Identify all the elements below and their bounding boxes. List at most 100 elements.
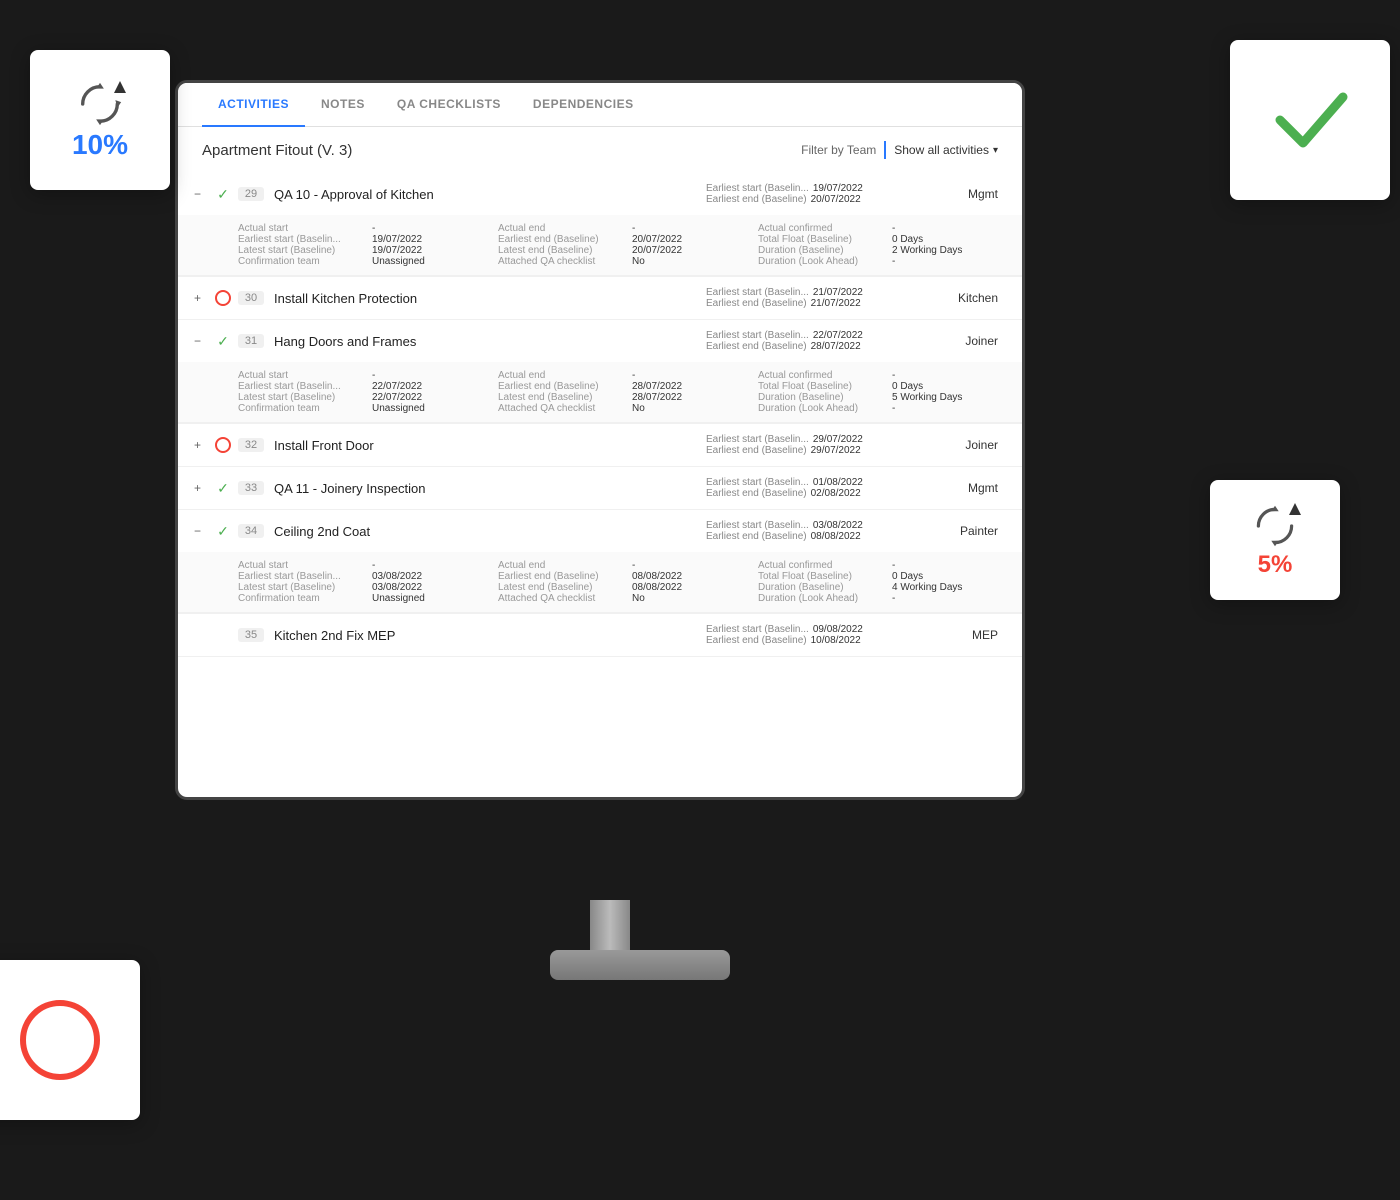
status-circle-install30 (214, 289, 232, 307)
expand-btn-front32[interactable]: + (194, 438, 208, 452)
detail-label: Actual confirmed (758, 223, 888, 234)
sync-icon-container (75, 79, 125, 129)
date-label: Earliest start (Baselin... (706, 520, 809, 531)
expand-btn-qa11[interactable]: + (194, 481, 208, 495)
date-label: Earliest end (Baseline) (706, 194, 807, 205)
detail-label: Actual confirmed (758, 370, 888, 381)
date-label: Earliest end (Baseline) (706, 488, 807, 499)
detail-label: Duration (Baseline) (758, 392, 888, 403)
date-value: 01/08/2022 (813, 477, 863, 488)
activity-dates-ceiling34: Earliest start (Baselin... 03/08/2022 Ea… (706, 520, 926, 542)
activity-name-hang31: Hang Doors and Frames (274, 334, 706, 349)
detail-value: - (372, 560, 375, 571)
detail-value: 5 Working Days (892, 392, 962, 403)
activity-main-front32[interactable]: + 32 Install Front Door Earliest start (… (178, 424, 1022, 466)
detail-label: Earliest end (Baseline) (498, 571, 628, 582)
monitor-stand (550, 900, 670, 980)
table-row: + 32 Install Front Door Earliest start (… (178, 424, 1022, 467)
date-value: 03/08/2022 (813, 520, 863, 531)
expand-btn-install30[interactable]: + (194, 291, 208, 305)
activity-team-kitchen35: MEP (926, 628, 1006, 642)
activity-main-qa10[interactable]: − ✓ 29 QA 10 - Approval of Kitchen Earli… (178, 173, 1022, 215)
table-row: 35 Kitchen 2nd Fix MEP Earliest start (B… (178, 614, 1022, 657)
detail-value: - (892, 403, 895, 414)
filter-label: Filter by Team (801, 143, 876, 157)
detail-row-hang31: Actual start- Earliest start (Baselin...… (178, 362, 1022, 423)
circle-icon (215, 290, 231, 306)
activity-dates-install30: Earliest start (Baselin... 21/07/2022 Ea… (706, 287, 926, 309)
date-label: Earliest start (Baselin... (706, 183, 809, 194)
check-icon: ✓ (217, 186, 229, 203)
float-card-sync10: 10% (30, 50, 170, 190)
detail-label: Latest start (Baseline) (238, 245, 368, 256)
table-row: + 30 Install Kitchen Protection Earliest… (178, 277, 1022, 320)
detail-value: 08/08/2022 (632, 582, 682, 593)
detail-label: Actual end (498, 223, 628, 234)
date-label: Earliest start (Baselin... (706, 624, 809, 635)
detail-label: Actual end (498, 560, 628, 571)
activity-dates-hang31: Earliest start (Baselin... 22/07/2022 Ea… (706, 330, 926, 352)
activity-num-qa11: 33 (238, 481, 264, 495)
detail-value: 03/08/2022 (372, 582, 422, 593)
detail-label: Duration (Look Ahead) (758, 403, 888, 414)
stand-base (550, 950, 730, 980)
detail-label: Total Float (Baseline) (758, 381, 888, 392)
filter-select[interactable]: Show all activities ▾ (894, 143, 998, 157)
expand-btn-ceiling34[interactable]: − (194, 524, 208, 538)
activity-main-install30[interactable]: + 30 Install Kitchen Protection Earliest… (178, 277, 1022, 319)
expand-btn-hang31[interactable]: − (194, 334, 208, 348)
date-value: 21/07/2022 (813, 287, 863, 298)
header-bar: Apartment Fitout (V. 3) Filter by Team S… (178, 127, 1022, 173)
activity-main-hang31[interactable]: − ✓ 31 Hang Doors and Frames Earliest st… (178, 320, 1022, 362)
date-value: 21/07/2022 (811, 298, 861, 309)
date-value: 29/07/2022 (813, 434, 863, 445)
sync-icon-container-5 (1250, 501, 1300, 551)
up-arrow-icon-5 (1286, 501, 1304, 519)
table-row: − ✓ 29 QA 10 - Approval of Kitchen Earli… (178, 173, 1022, 277)
detail-label: Latest start (Baseline) (238, 392, 368, 403)
tab-qa-checklists[interactable]: QA CHECKLISTS (381, 83, 517, 127)
detail-label: Actual start (238, 370, 368, 381)
detail-value: No (632, 593, 645, 604)
activity-main-kitchen35[interactable]: 35 Kitchen 2nd Fix MEP Earliest start (B… (178, 614, 1022, 656)
monitor-screen: ACTIVITIES NOTES QA CHECKLISTS DEPENDENC… (175, 80, 1025, 800)
big-circle-icon (20, 1000, 100, 1080)
detail-value: Unassigned (372, 593, 425, 604)
activity-team-hang31: Joiner (926, 334, 1006, 348)
date-label: Earliest end (Baseline) (706, 635, 807, 646)
detail-label: Total Float (Baseline) (758, 571, 888, 582)
status-circle-front32 (214, 436, 232, 454)
status-check-hang31: ✓ (214, 332, 232, 350)
date-label: Earliest start (Baselin... (706, 477, 809, 488)
tab-dependencies[interactable]: DEPENDENCIES (517, 83, 650, 127)
detail-label: Attached QA checklist (498, 593, 628, 604)
activity-main-qa11[interactable]: + ✓ 33 QA 11 - Joinery Inspection Earlie… (178, 467, 1022, 509)
date-value: 19/07/2022 (813, 183, 863, 194)
detail-label: Duration (Look Ahead) (758, 256, 888, 267)
detail-value: - (892, 223, 895, 234)
detail-label: Latest end (Baseline) (498, 582, 628, 593)
tabs-bar: ACTIVITIES NOTES QA CHECKLISTS DEPENDENC… (178, 83, 1022, 127)
status-check-ceiling34: ✓ (214, 522, 232, 540)
status-check-qa10: ✓ (214, 185, 232, 203)
date-value: 29/07/2022 (811, 445, 861, 456)
activity-num-kitchen35: 35 (238, 628, 264, 642)
detail-value: 28/07/2022 (632, 381, 682, 392)
tab-notes[interactable]: NOTES (305, 83, 381, 127)
expand-btn-qa10[interactable]: − (194, 187, 208, 201)
detail-value: - (372, 370, 375, 381)
activity-team-qa10: Mgmt (926, 187, 1006, 201)
detail-label: Actual start (238, 223, 368, 234)
activity-dates-front32: Earliest start (Baselin... 29/07/2022 Ea… (706, 434, 926, 456)
activity-main-ceiling34[interactable]: − ✓ 34 Ceiling 2nd Coat Earliest start (… (178, 510, 1022, 552)
detail-value: 28/07/2022 (632, 392, 682, 403)
tab-activities[interactable]: ACTIVITIES (202, 83, 305, 127)
check-icon: ✓ (217, 333, 229, 350)
detail-value: 0 Days (892, 234, 923, 245)
status-none-kitchen35 (214, 626, 232, 644)
status-check-qa11: ✓ (214, 479, 232, 497)
up-arrow-icon (111, 79, 129, 97)
activity-name-install30: Install Kitchen Protection (274, 291, 706, 306)
sync-percent-10: 10% (72, 129, 128, 161)
stand-neck (590, 900, 630, 950)
